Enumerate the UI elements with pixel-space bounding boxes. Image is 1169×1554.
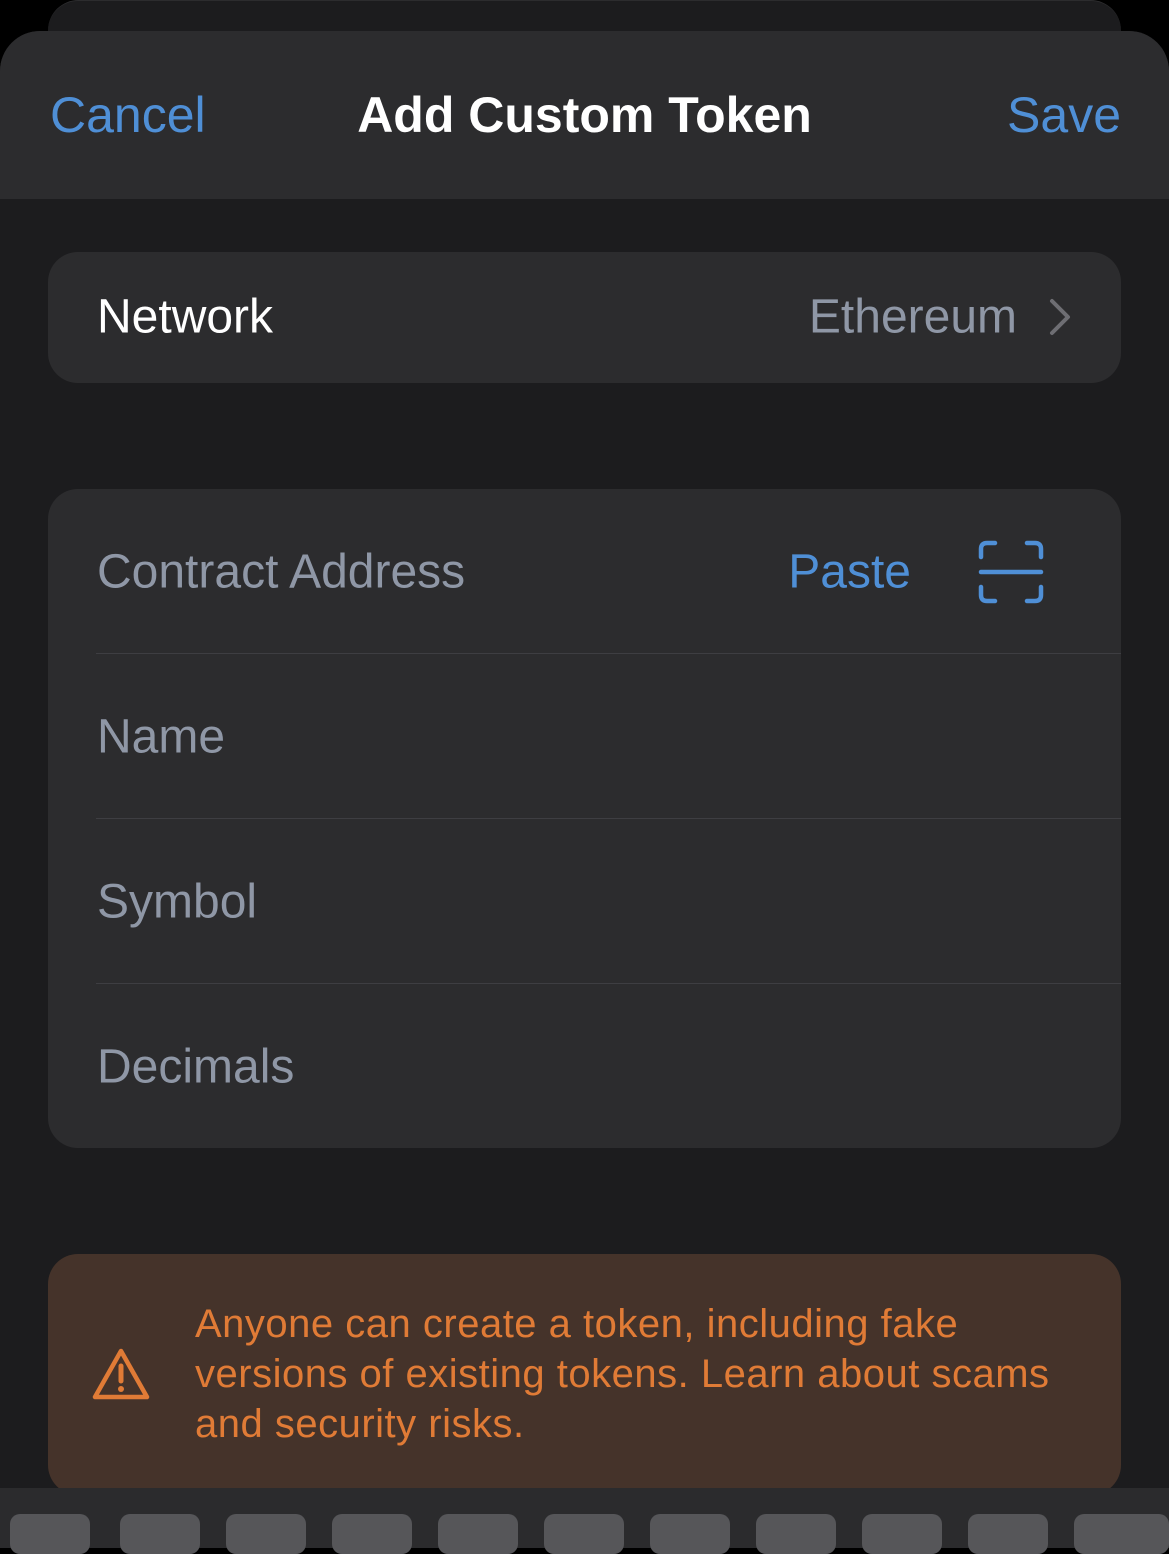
token-details-form: Contract Address Paste Name Symbol Decim… bbox=[48, 489, 1121, 1148]
warning-triangle-icon bbox=[92, 1348, 150, 1400]
network-selector-row[interactable]: Network Ethereum bbox=[48, 252, 1121, 383]
keyboard-key[interactable] bbox=[1074, 1514, 1169, 1554]
warning-text: Anyone can create a token, including fak… bbox=[195, 1302, 1050, 1446]
keyboard-key[interactable] bbox=[226, 1514, 306, 1554]
scam-warning-banner[interactable]: Anyone can create a token, including fak… bbox=[48, 1254, 1121, 1495]
keyboard-key[interactable] bbox=[756, 1514, 836, 1554]
save-button[interactable]: Save bbox=[1007, 86, 1121, 144]
keyboard-key[interactable] bbox=[10, 1514, 90, 1554]
keyboard-key[interactable] bbox=[544, 1514, 624, 1554]
network-label: Network bbox=[97, 290, 274, 344]
decimals-row: Decimals bbox=[48, 984, 1121, 1148]
contract-address-row: Contract Address Paste bbox=[48, 489, 1121, 654]
name-input[interactable]: Name bbox=[97, 710, 225, 765]
scan-icon bbox=[978, 540, 1044, 604]
keyboard-key[interactable] bbox=[438, 1514, 518, 1554]
scan-qr-button[interactable] bbox=[977, 539, 1045, 605]
keyboard-key[interactable] bbox=[968, 1514, 1048, 1554]
contract-address-input[interactable]: Contract Address bbox=[97, 545, 465, 600]
symbol-input[interactable]: Symbol bbox=[97, 875, 257, 930]
navigation-bar: Cancel Add Custom Token Save bbox=[0, 31, 1169, 199]
add-custom-token-sheet: Cancel Add Custom Token Save Network Eth… bbox=[0, 31, 1169, 1548]
keyboard-top-edge bbox=[0, 1488, 1169, 1554]
paste-button[interactable]: Paste bbox=[788, 545, 911, 600]
keyboard-key[interactable] bbox=[650, 1514, 730, 1554]
decimals-input[interactable]: Decimals bbox=[97, 1040, 294, 1095]
symbol-row: Symbol bbox=[48, 819, 1121, 984]
chevron-right-icon bbox=[1050, 299, 1070, 335]
name-row: Name bbox=[48, 654, 1121, 819]
keyboard-key[interactable] bbox=[862, 1514, 942, 1554]
cancel-button[interactable]: Cancel bbox=[50, 86, 206, 144]
keyboard-key[interactable] bbox=[332, 1514, 412, 1554]
network-value: Ethereum bbox=[808, 290, 1017, 344]
keyboard-key[interactable] bbox=[120, 1514, 200, 1554]
